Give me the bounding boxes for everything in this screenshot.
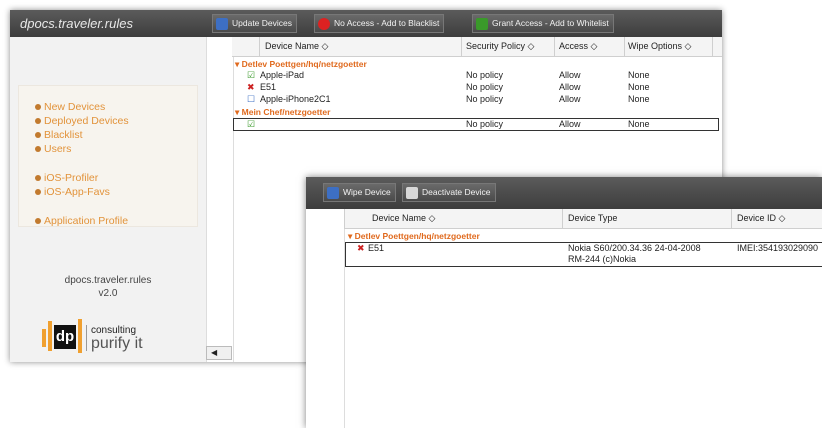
sidebar-item-ios-app-favs[interactable]: iOS-App-Favs (35, 186, 110, 198)
wipe-icon (327, 187, 339, 199)
sidebar-item-application-profile[interactable]: Application Profile (35, 215, 128, 227)
toolbar: dpocs.traveler.rules Update Devices No A… (10, 10, 722, 37)
device-blocked-icon: ✖ (247, 82, 255, 92)
no-access-icon (318, 18, 330, 30)
sidebar-menu: New Devices Deployed Devices Blacklist U… (18, 85, 198, 227)
table-row-selected[interactable]: ☑ No policy Allow None (233, 118, 719, 131)
device-ok-icon: ☑ (247, 70, 256, 80)
table-header: Device Name ◇ Device Type Device ID ◇ (344, 209, 822, 229)
logo-mark: dp (54, 325, 76, 349)
deactivate-device-button[interactable]: Deactivate Device (402, 183, 496, 202)
device-phone-icon: ☐ (247, 94, 256, 104)
logo-text-purify: purify it (91, 335, 143, 352)
company-logo: dp consulting purify it (36, 315, 186, 361)
bullet-icon (35, 175, 41, 182)
sidebar-item-users[interactable]: Users (35, 143, 71, 155)
bullet-icon (35, 104, 41, 111)
bullet-icon (35, 189, 41, 196)
sidebar-item-ios-profiler[interactable]: iOS-Profiler (35, 172, 98, 184)
table-row-selected[interactable]: ✖ E51 Nokia S60/200.34.36 24-04-2008 RM-… (345, 242, 822, 267)
update-icon (216, 18, 228, 30)
column-device-name[interactable]: Device Name ◇ (265, 41, 328, 52)
column-device-name[interactable]: Device Name ◇ (372, 213, 435, 224)
splitter[interactable] (206, 37, 234, 362)
bullet-icon (35, 132, 41, 139)
table-row[interactable]: ☑ Apple-iPad No policy Allow None (232, 70, 722, 82)
detail-window: Wipe Device Deactivate Device Device Nam… (306, 177, 822, 428)
group-header[interactable]: ▾ Detlev Poettgen/hq/netzgoetter (235, 59, 367, 70)
splitter[interactable] (306, 209, 345, 428)
group-header[interactable]: ▾ Mein Chef/netzgoetter (235, 107, 330, 118)
lock-icon (406, 187, 418, 199)
sidebar-item-deployed-devices[interactable]: Deployed Devices (35, 115, 129, 127)
column-device-type[interactable]: Device Type (568, 213, 617, 223)
device-ok-icon: ☑ (247, 119, 256, 129)
blacklist-button[interactable]: No Access - Add to Blacklist (314, 14, 445, 33)
sidebar: New Devices Deployed Devices Blacklist U… (10, 37, 206, 362)
scroll-left-button[interactable]: ◀ (206, 346, 232, 360)
app-title: dpocs.traveler.rules (20, 16, 133, 31)
bullet-icon (35, 118, 41, 125)
bullet-icon (35, 146, 41, 153)
table-header: Device Name ◇ Security Policy ◇ Access ◇… (232, 37, 722, 57)
product-name: dpocs.traveler.rules (64, 275, 152, 286)
wipe-device-table: Device Name ◇ Device Type Device ID ◇ ▾ … (344, 209, 822, 428)
bullet-icon (35, 218, 41, 225)
column-security-policy[interactable]: Security Policy ◇ (466, 41, 534, 52)
column-device-id[interactable]: Device ID ◇ (737, 213, 785, 224)
wipe-device-button[interactable]: Wipe Device (323, 183, 396, 202)
sidebar-item-blacklist[interactable]: Blacklist (35, 129, 83, 141)
group-header[interactable]: ▾ Detlev Poettgen/hq/netzgoetter (348, 231, 480, 242)
device-blocked-icon: ✖ (357, 243, 365, 253)
column-access[interactable]: Access ◇ (559, 41, 597, 52)
checkmark-icon (476, 18, 488, 30)
sidebar-item-new-devices[interactable]: New Devices (35, 101, 105, 113)
update-devices-button[interactable]: Update Devices (212, 14, 298, 33)
product-version: v2.0 (98, 288, 118, 299)
column-wipe-options[interactable]: Wipe Options ◇ (628, 41, 691, 52)
whitelist-button[interactable]: Grant Access - Add to Whitelist (472, 14, 614, 33)
table-row[interactable]: ✖ E51 No policy Allow None (232, 82, 722, 94)
toolbar: Wipe Device Deactivate Device (306, 177, 822, 209)
table-row[interactable]: ☐ Apple-iPhone2C1 No policy Allow None (232, 94, 722, 106)
